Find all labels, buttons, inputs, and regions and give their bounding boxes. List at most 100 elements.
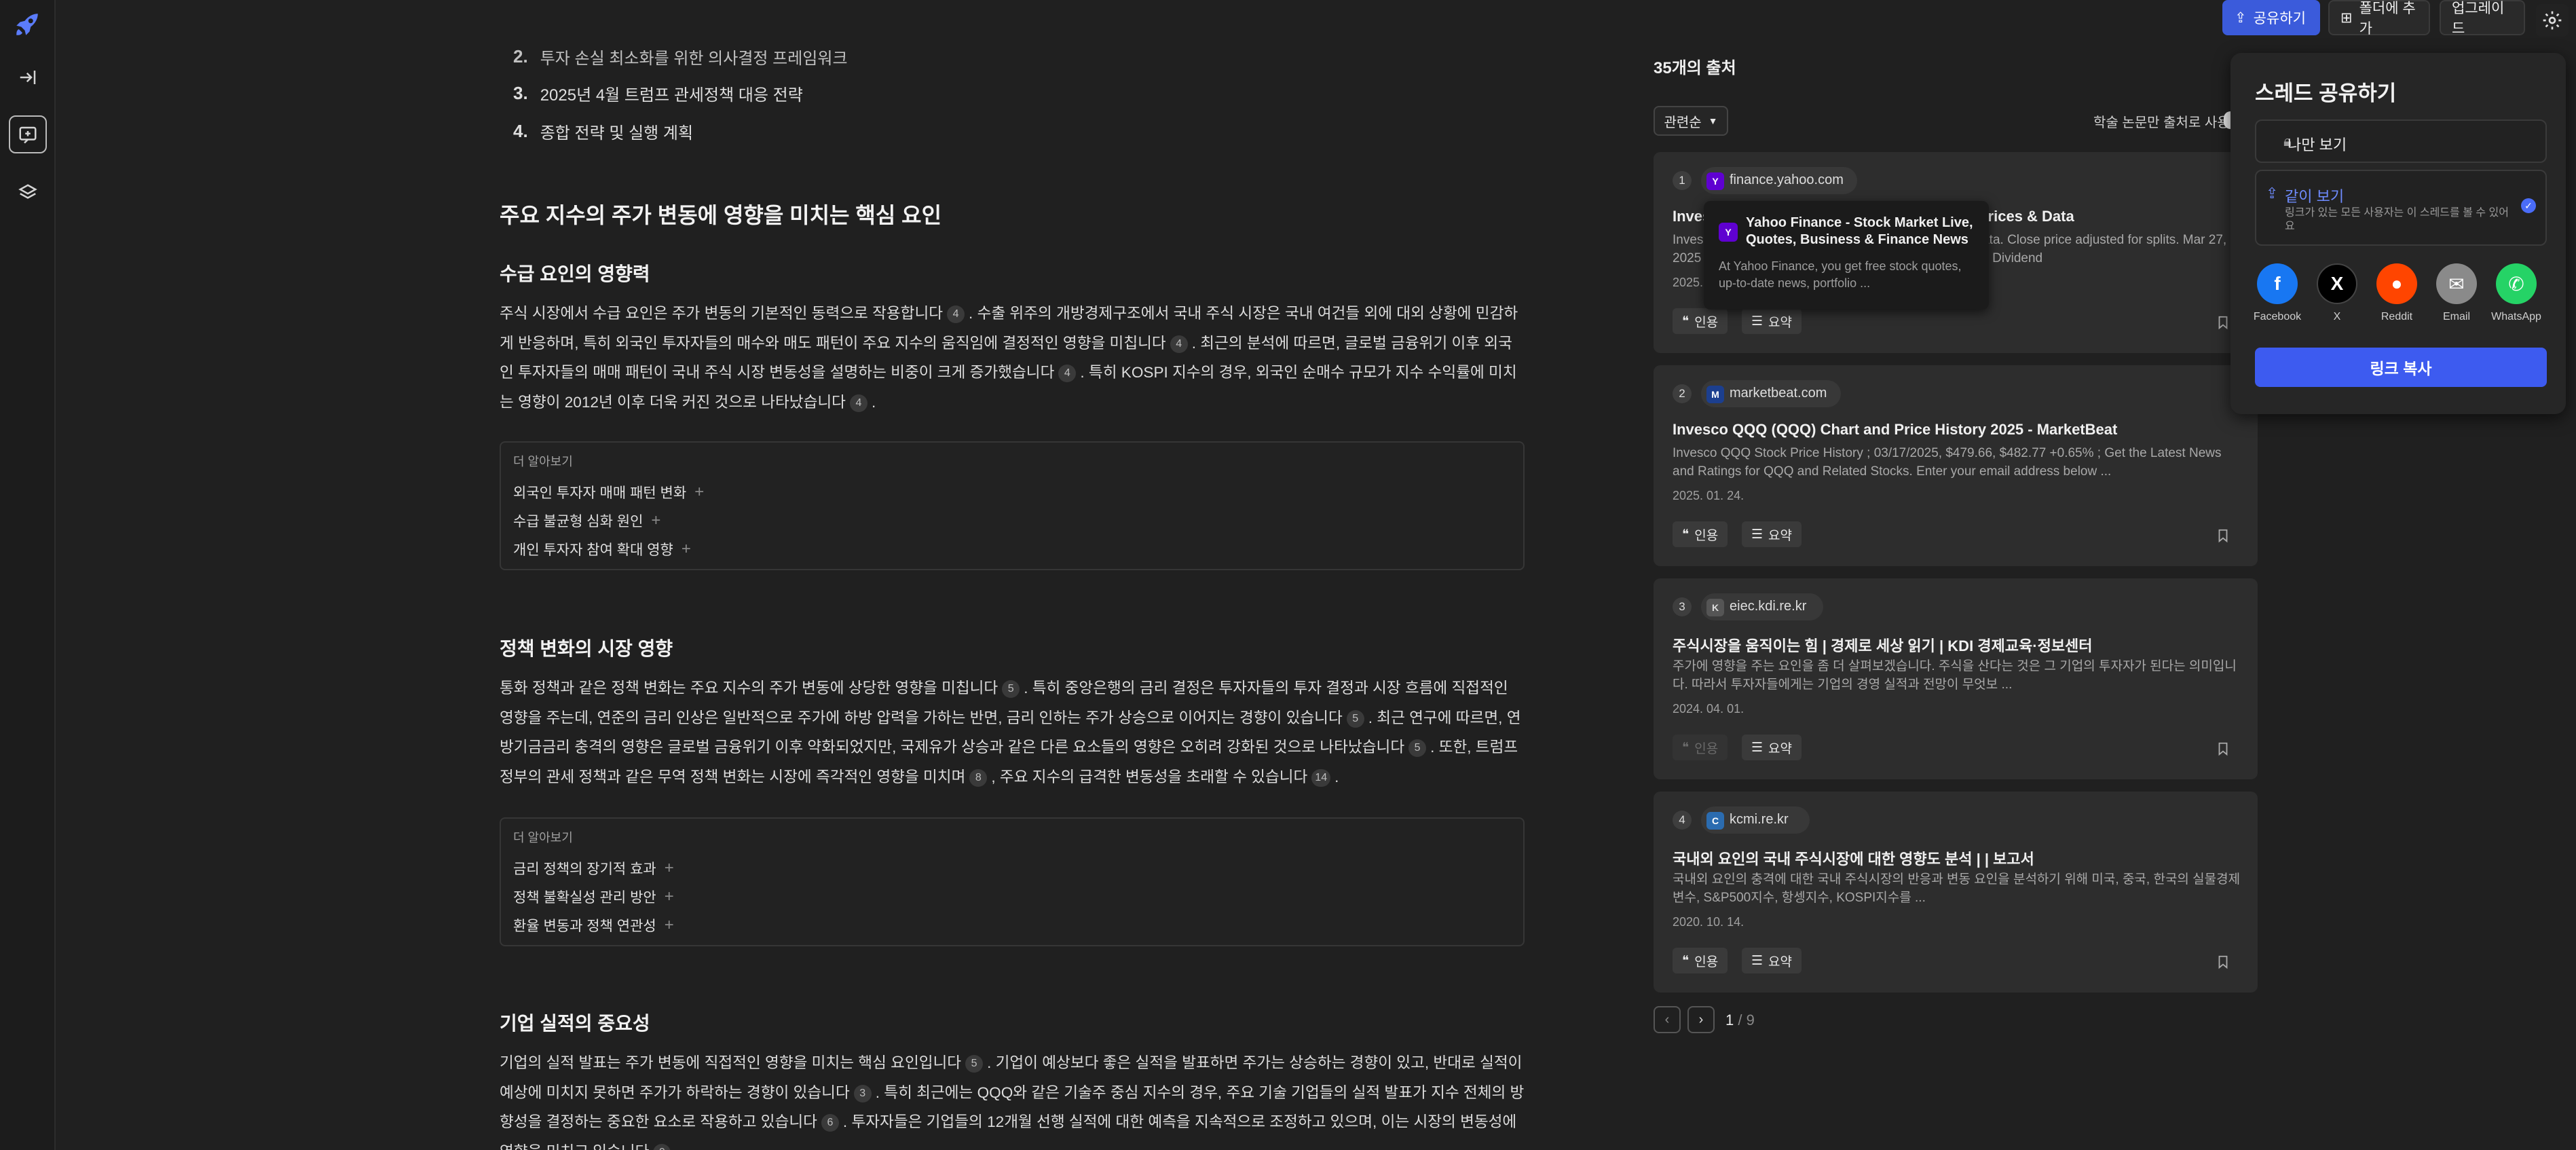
- subsection-heading: 수급 요인의 영향력: [500, 263, 650, 284]
- learn-more-item[interactable]: 금리 정책의 장기적 효과 +: [513, 858, 674, 878]
- citation-badge[interactable]: 14: [1311, 768, 1331, 787]
- caret-down-icon: ▼: [1708, 115, 1718, 126]
- citation-badge[interactable]: 4: [849, 394, 867, 412]
- quote-icon: ❝: [1682, 953, 1690, 968]
- layers-icon[interactable]: [7, 172, 48, 213]
- quote-icon: ❝: [1682, 314, 1690, 329]
- bookmark-icon[interactable]: [2216, 953, 2230, 971]
- share-reddit[interactable]: ● Reddit: [2366, 263, 2427, 323]
- bookmark-icon[interactable]: [2216, 740, 2230, 758]
- left-rail: [0, 0, 56, 1150]
- chevron-left-icon: ‹: [1664, 1012, 1670, 1027]
- citation-badge[interactable]: 4: [1058, 365, 1077, 383]
- plus-icon: +: [681, 540, 691, 558]
- reddit-icon: ●: [2376, 263, 2417, 304]
- add-to-folder-button[interactable]: ⊞ 폴더에 추가: [2328, 0, 2430, 37]
- summary-button[interactable]: ☰ 요약: [1742, 948, 1802, 973]
- source-card[interactable]: 2 M marketbeat.com Invesco QQQ (QQQ) Cha…: [1654, 365, 2258, 566]
- source-date: 2024. 04. 01.: [1673, 702, 1744, 716]
- summary-button[interactable]: ☰ 요약: [1742, 521, 1802, 547]
- article: 2. 투자 손실 최소화를 위한 의사결정 프레임워크 3. 2025년 4월 …: [500, 0, 1525, 1150]
- outline-item: 2. 투자 손실 최소화를 위한 의사결정 프레임워크: [513, 46, 848, 68]
- citation-badge[interactable]: 9: [653, 1143, 671, 1150]
- plus-icon: +: [694, 483, 705, 501]
- learn-more-box: 더 알아보기 외국인 투자자 매매 패턴 변화 + 수급 불균형 심화 원인 + 개…: [500, 441, 1525, 570]
- citation-badge[interactable]: 6: [821, 1114, 839, 1132]
- share-facebook[interactable]: f Facebook: [2247, 263, 2308, 323]
- share-whatsapp[interactable]: ✆ WhatsApp: [2486, 263, 2547, 323]
- source-number: 3: [1673, 597, 1692, 616]
- facebook-icon: f: [2257, 263, 2298, 304]
- source-card[interactable]: 4 C kcmi.re.kr 국내외 요인의 국내 주식시장에 대한 영향도 분…: [1654, 792, 2258, 993]
- cite-button[interactable]: ❝ 인용: [1673, 308, 1728, 334]
- citation-badge[interactable]: 5: [1346, 709, 1364, 728]
- summary-icon: ☰: [1751, 953, 1763, 968]
- citation-badge[interactable]: 4: [947, 305, 965, 324]
- source-domain: kcmi.re.kr: [1730, 812, 1789, 827]
- summary-button[interactable]: ☰ 요약: [1742, 308, 1802, 334]
- app-logo-icon[interactable]: [10, 7, 45, 42]
- sort-dropdown[interactable]: 관련순 ▼: [1654, 106, 1728, 136]
- source-domain: finance.yahoo.com: [1730, 172, 1844, 187]
- summary-icon: ☰: [1751, 740, 1763, 755]
- paragraph: 주식 시장에서 수급 요인은 주가 변동의 기본적인 동력으로 작용합니다 4. …: [500, 299, 1525, 417]
- learn-more-item[interactable]: 정책 불확실성 관리 방안 +: [513, 887, 674, 907]
- citation-badge[interactable]: 8: [969, 768, 988, 787]
- gear-icon[interactable]: [2536, 4, 2569, 37]
- learn-more-item[interactable]: 외국인 투자자 매매 패턴 변화 +: [513, 482, 704, 502]
- favicon-icon: K: [1706, 599, 1724, 616]
- learn-more-item[interactable]: 개인 투자자 참여 확대 영향 +: [513, 539, 691, 559]
- private-option[interactable]: 🔒︎ 나만 보기: [2255, 119, 2547, 163]
- source-description: 국내외 요인의 충격에 대한 국내 주식시장의 반응과 변동 요인을 분석하기 …: [1673, 872, 2241, 905]
- citation-badge[interactable]: 3: [853, 1084, 872, 1102]
- folder-plus-icon: ⊞: [2340, 10, 2353, 26]
- copy-link-button[interactable]: 링크 복사: [2255, 348, 2547, 387]
- source-date: 2025. 01. 24.: [1673, 489, 1744, 502]
- learn-more-item[interactable]: 수급 불균형 심화 원인 +: [513, 511, 660, 531]
- favicon-icon: Y: [1706, 172, 1724, 190]
- plus-icon: +: [664, 859, 674, 877]
- plus-icon: +: [664, 916, 674, 934]
- panel-title: 스레드 공유하기: [2255, 81, 2397, 105]
- learn-more-item[interactable]: 환율 변동과 정책 연관성 +: [513, 915, 674, 935]
- previous-page-button[interactable]: ‹: [1654, 1006, 1681, 1033]
- paragraph: 기업의 실적 발표는 주가 변동에 직접적인 영향을 미치는 핵심 요인입니다 5…: [500, 1048, 1525, 1150]
- share-button[interactable]: ⇪ 공유하기: [2222, 0, 2320, 35]
- summary-button[interactable]: ☰ 요약: [1742, 735, 1802, 760]
- source-card[interactable]: 3 K eiec.kdi.re.kr 주식시장을 움직이는 힘 | 경제로 세상…: [1654, 578, 2258, 779]
- source-title[interactable]: 국내외 요인의 국내 주식시장에 대한 영향도 분석 | | 보고서: [1673, 847, 2243, 869]
- citation-badge[interactable]: 5: [965, 1055, 984, 1073]
- source-preview-tooltip: Y Yahoo Finance - Stock Market Live, Quo…: [1704, 201, 1989, 310]
- next-page-button[interactable]: ›: [1687, 1006, 1715, 1033]
- source-description: 주가에 영향을 주는 요인을 좀 더 살펴보겠습니다. 주식을 산다는 것은 그…: [1673, 659, 2237, 692]
- source-domain: marketbeat.com: [1730, 386, 1827, 401]
- expand-sidebar-icon[interactable]: [7, 57, 48, 98]
- share-email[interactable]: ✉ Email: [2426, 263, 2487, 323]
- source-title[interactable]: 주식시장을 움직이는 힘 | 경제로 세상 읽기 | KDI 경제교육·정보센터: [1673, 634, 2243, 656]
- citation-badge[interactable]: 4: [1170, 335, 1188, 353]
- bookmark-icon[interactable]: [2216, 314, 2230, 331]
- tooltip-description: At Yahoo Finance, you get free stock quo…: [1719, 259, 1962, 290]
- quote-icon: ❝: [1682, 740, 1690, 755]
- public-option[interactable]: ⇪ 같이 보기 링크가 있는 모든 사용자는 이 스레드를 볼 수 있어요 ✓: [2255, 170, 2547, 246]
- cite-button[interactable]: ❝ 인용: [1673, 948, 1728, 973]
- source-description: Invesco QQQ Stock Price History ; 03/17/…: [1673, 446, 2222, 479]
- upgrade-button[interactable]: 업그레이드: [2440, 0, 2525, 37]
- chevron-right-icon: ›: [1698, 1012, 1704, 1027]
- source-title[interactable]: Invesco QQQ (QQQ) Chart and Price Histor…: [1673, 421, 2243, 439]
- upload-icon: ⇪: [2235, 10, 2247, 26]
- quote-icon: ❝: [1682, 527, 1690, 542]
- bookmark-icon[interactable]: [2216, 527, 2230, 544]
- learn-more-box: 더 알아보기 금리 정책의 장기적 효과 + 정책 불확실성 관리 방안 + 환율 …: [500, 817, 1525, 946]
- cite-button[interactable]: ❝ 인용: [1673, 521, 1728, 547]
- summary-icon: ☰: [1751, 314, 1763, 329]
- sources-count: 35개의 출처: [1654, 59, 1736, 77]
- new-thread-icon[interactable]: [9, 115, 47, 153]
- section-heading: 주요 지수의 주가 변동에 영향을 미치는 핵심 요인: [500, 203, 942, 227]
- share-x[interactable]: X X: [2307, 263, 2368, 323]
- citation-badge[interactable]: 5: [1408, 739, 1427, 758]
- check-icon: ✓: [2521, 198, 2536, 213]
- share-icon: ⇪: [2266, 185, 2279, 202]
- citation-badge[interactable]: 5: [1002, 680, 1020, 699]
- tooltip-title: Yahoo Finance - Stock Market Live, Quote…: [1746, 215, 1973, 247]
